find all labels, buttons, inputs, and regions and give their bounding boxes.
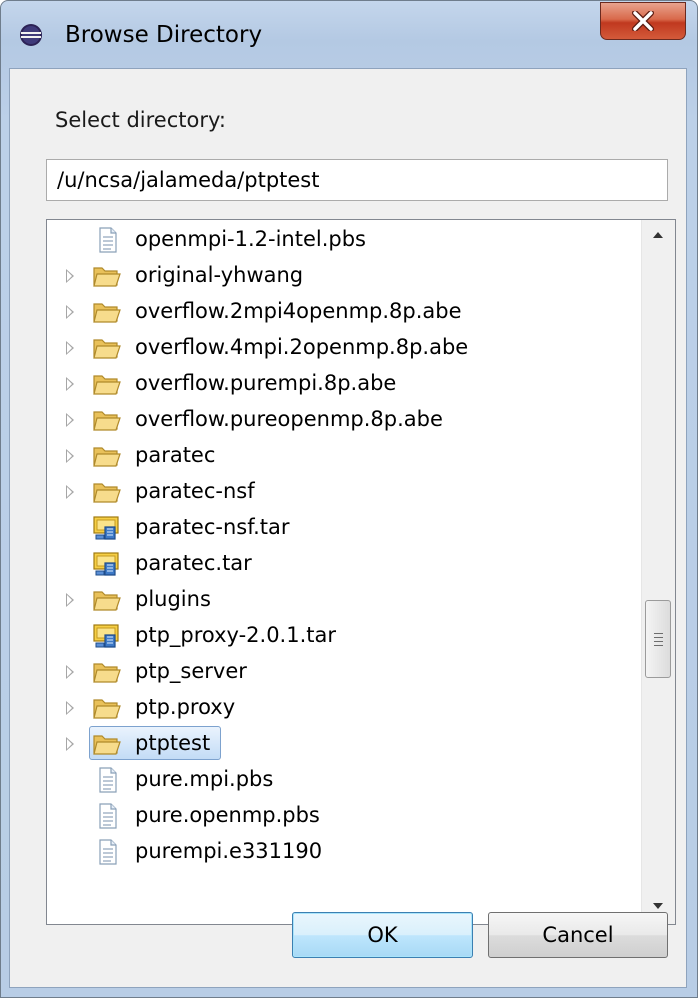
tree-item-label: overflow.purempi.8p.abe [135, 371, 397, 395]
tree-item-label: overflow.2mpi4openmp.8p.abe [135, 299, 462, 323]
tree-item[interactable]: overflow.pureopenmp.8p.abe [47, 402, 627, 438]
expand-arrow-icon[interactable] [66, 701, 74, 715]
folder-icon [93, 659, 121, 685]
tree-item[interactable]: ptp.proxy [47, 690, 627, 726]
folder-icon [93, 587, 121, 613]
tree-item[interactable]: ptp_proxy-2.0.1.tar [47, 618, 627, 654]
archive-icon [93, 515, 121, 541]
grip-line [654, 641, 663, 642]
expand-arrow-icon[interactable] [66, 341, 74, 355]
expand-arrow-icon[interactable] [66, 485, 74, 499]
tree-item[interactable]: ptptest [47, 726, 627, 762]
expand-arrow-icon[interactable] [66, 593, 74, 607]
folder-icon [93, 263, 121, 289]
vertical-scrollbar[interactable] [641, 220, 675, 924]
tree-item-label: plugins [135, 587, 211, 611]
tree-item[interactable]: openmpi-1.2-intel.pbs [47, 222, 627, 258]
tree-item-label: paratec.tar [135, 551, 252, 575]
eclipse-icon [20, 24, 42, 46]
expand-arrow-icon[interactable] [66, 737, 74, 751]
title-bar[interactable]: Browse Directory [1, 1, 697, 69]
file-icon [93, 803, 121, 829]
tree-item-label: ptp_server [135, 659, 247, 683]
tree-item-label: overflow.pureopenmp.8p.abe [135, 407, 443, 431]
close-icon [632, 11, 654, 31]
tree-item-label: paratec [135, 443, 216, 467]
tree-item[interactable]: plugins [47, 582, 627, 618]
file-icon [93, 839, 121, 865]
folder-icon [93, 407, 121, 433]
tree-item[interactable]: pure.openmp.pbs [47, 798, 627, 834]
folder-icon [93, 371, 121, 397]
tree-item-label: original-yhwang [135, 263, 304, 287]
close-button[interactable] [600, 2, 686, 40]
grip-line [654, 637, 663, 638]
tree-item[interactable]: overflow.4mpi.2openmp.8p.abe [47, 330, 627, 366]
tree-item[interactable]: original-yhwang [47, 258, 627, 294]
expand-arrow-icon[interactable] [66, 413, 74, 427]
tree-item-label: pure.openmp.pbs [135, 803, 320, 827]
expand-arrow-icon[interactable] [66, 449, 74, 463]
tree-item[interactable]: overflow.2mpi4openmp.8p.abe [47, 294, 627, 330]
folder-icon [93, 335, 121, 361]
directory-path-input[interactable] [46, 159, 668, 201]
window-title: Browse Directory [65, 22, 263, 48]
tree-item-label: pure.mpi.pbs [135, 767, 274, 791]
dialog-body: Select directory: openmpi-1.2-intel.pbso… [9, 68, 687, 988]
tree-item-label: ptptest [135, 731, 211, 755]
folder-icon [93, 695, 121, 721]
file-icon [93, 767, 121, 793]
select-directory-label: Select directory: [55, 108, 226, 132]
file-icon [93, 227, 121, 253]
tree-item[interactable]: ptp_server [47, 654, 627, 690]
expand-arrow-icon[interactable] [66, 665, 74, 679]
tree-item-label: ptp.proxy [135, 695, 236, 719]
tree-item[interactable]: paratec [47, 438, 627, 474]
cancel-button[interactable]: Cancel [488, 912, 668, 958]
tree-item-label: paratec-nsf.tar [135, 515, 290, 539]
ok-button[interactable]: OK [292, 912, 473, 958]
tree-item-label: ptp_proxy-2.0.1.tar [135, 623, 337, 647]
archive-icon [93, 623, 121, 649]
tree-item-label: paratec-nsf [135, 479, 255, 503]
expand-arrow-icon[interactable] [66, 377, 74, 391]
tree-item[interactable]: paratec-nsf.tar [47, 510, 627, 546]
archive-icon [93, 551, 121, 577]
directory-tree[interactable]: openmpi-1.2-intel.pbs original-yhwang over… [46, 219, 676, 925]
tree-item[interactable]: paratec.tar [47, 546, 627, 582]
tree-item-label: overflow.4mpi.2openmp.8p.abe [135, 335, 469, 359]
tree-item[interactable]: paratec-nsf [47, 474, 627, 510]
scrollbar-thumb[interactable] [645, 600, 671, 678]
tree-item-label: openmpi-1.2-intel.pbs [135, 227, 366, 251]
tree-item[interactable]: pure.mpi.pbs [47, 762, 627, 798]
tree-item[interactable]: purempi.e331190 [47, 834, 627, 870]
scroll-down-arrow-icon[interactable] [653, 903, 663, 909]
expand-arrow-icon[interactable] [66, 269, 74, 283]
folder-icon [93, 479, 121, 505]
folder-icon [93, 299, 121, 325]
grip-line [654, 645, 663, 646]
folder-icon [93, 731, 121, 757]
tree-item[interactable]: overflow.purempi.8p.abe [47, 366, 627, 402]
tree-item-label: purempi.e331190 [135, 839, 323, 863]
grip-line [654, 633, 663, 634]
browse-directory-dialog: Browse Directory Select directory: openm… [0, 0, 698, 998]
scroll-up-arrow-icon[interactable] [653, 232, 663, 238]
folder-icon [93, 443, 121, 469]
expand-arrow-icon[interactable] [66, 305, 74, 319]
